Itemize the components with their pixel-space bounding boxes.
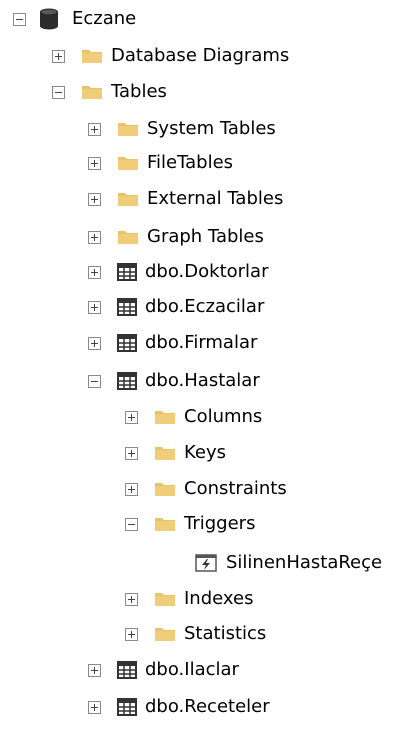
tree-node-columns[interactable]: Columns	[125, 402, 262, 432]
tree-node-label: System Tables	[147, 118, 276, 139]
trigger-icon	[195, 554, 217, 572]
folder-icon	[117, 121, 139, 137]
expand-toggle[interactable]	[125, 627, 138, 641]
table-icon	[117, 298, 137, 316]
expand-toggle[interactable]	[88, 122, 101, 136]
table-icon	[117, 698, 137, 716]
object-explorer-tree: Eczane Database Diagrams Tables System T…	[0, 0, 418, 729]
expand-toggle[interactable]	[125, 410, 138, 424]
folder-icon	[117, 229, 139, 245]
tree-node-label: Tables	[111, 81, 167, 102]
collapse-toggle[interactable]	[13, 12, 26, 26]
expand-toggle[interactable]	[88, 230, 101, 244]
expand-toggle[interactable]	[88, 192, 101, 206]
tree-node-filetables[interactable]: FileTables	[88, 148, 233, 178]
folder-icon	[154, 445, 176, 461]
expand-toggle[interactable]	[125, 446, 138, 460]
folder-icon	[154, 591, 176, 607]
tree-node-label: Indexes	[184, 588, 254, 609]
tree-node-label: Graph Tables	[147, 226, 264, 247]
tree-node-eczane[interactable]: Eczane	[13, 4, 136, 34]
folder-icon	[81, 84, 103, 100]
table-icon	[117, 372, 137, 390]
tree-node-label: SilinenHastaReçe	[226, 552, 383, 573]
folder-icon	[117, 191, 139, 207]
folder-icon	[154, 626, 176, 642]
tree-node-label: dbo.Doktorlar	[145, 261, 269, 282]
folder-icon	[81, 48, 103, 64]
folder-icon	[117, 155, 139, 171]
tree-node-label: External Tables	[147, 188, 284, 209]
tree-node-database-diagrams[interactable]: Database Diagrams	[52, 41, 289, 71]
expand-toggle[interactable]	[88, 336, 101, 350]
tree-node-dbo-doktorlar[interactable]: dbo.Doktorlar	[88, 257, 268, 287]
tree-node-dbo-firmalar[interactable]: dbo.Firmalar	[88, 328, 257, 358]
tree-node-label: dbo.Hastalar	[145, 370, 260, 391]
tree-node-label: Database Diagrams	[111, 45, 290, 66]
tree-node-tables[interactable]: Tables	[52, 77, 167, 107]
folder-icon	[154, 516, 176, 532]
tree-node-dbo-hastalar[interactable]: dbo.Hastalar	[88, 366, 260, 396]
tree-node-label: Keys	[184, 442, 227, 463]
tree-node-triggers[interactable]: Triggers	[125, 509, 255, 539]
expand-toggle[interactable]	[88, 300, 101, 314]
expand-toggle[interactable]	[52, 49, 65, 63]
expand-toggle[interactable]	[88, 265, 101, 279]
tree-node-label: dbo.Firmalar	[145, 332, 258, 353]
collapse-toggle[interactable]	[125, 517, 138, 531]
tree-node-dbo-eczacilar[interactable]: dbo.Eczacilar	[88, 292, 264, 322]
tree-node-indexes[interactable]: Indexes	[125, 584, 253, 614]
expand-toggle[interactable]	[88, 663, 101, 677]
tree-node-statistics[interactable]: Statistics	[125, 619, 266, 649]
tree-node-label: dbo.Eczacilar	[145, 296, 265, 317]
tree-node-label: Triggers	[184, 513, 256, 534]
tree-node-constraints[interactable]: Constraints	[125, 474, 287, 504]
expand-toggle[interactable]	[125, 482, 138, 496]
tree-node-external-tables[interactable]: External Tables	[88, 184, 283, 214]
collapse-toggle[interactable]	[52, 85, 65, 99]
folder-icon	[154, 481, 176, 497]
tree-node-label: Columns	[184, 406, 263, 427]
tree-node-dbo-receteler[interactable]: dbo.Receteler	[88, 692, 270, 722]
expand-toggle[interactable]	[88, 156, 101, 170]
folder-icon	[154, 409, 176, 425]
table-icon	[117, 661, 137, 679]
collapse-toggle[interactable]	[88, 374, 101, 388]
tree-node-label: Eczane	[72, 8, 137, 29]
expand-toggle[interactable]	[88, 700, 101, 714]
tree-node-label: Constraints	[184, 478, 287, 499]
tree-node-system-tables[interactable]: System Tables	[88, 114, 276, 144]
tree-node-label: dbo.Receteler	[145, 696, 270, 717]
table-icon	[117, 334, 137, 352]
tree-node-graph-tables[interactable]: Graph Tables	[88, 222, 264, 252]
expand-toggle[interactable]	[125, 592, 138, 606]
tree-node-label: FileTables	[147, 152, 234, 173]
tree-node-trigger-silinenhastarece[interactable]: SilinenHastaReçe	[195, 548, 382, 578]
tree-node-label: dbo.Ilaclar	[145, 659, 239, 680]
tree-node-dbo-ilaclar[interactable]: dbo.Ilaclar	[88, 655, 239, 685]
table-icon	[117, 263, 137, 281]
database-icon	[39, 8, 59, 30]
tree-node-label: Statistics	[184, 623, 267, 644]
tree-node-keys[interactable]: Keys	[125, 438, 226, 468]
